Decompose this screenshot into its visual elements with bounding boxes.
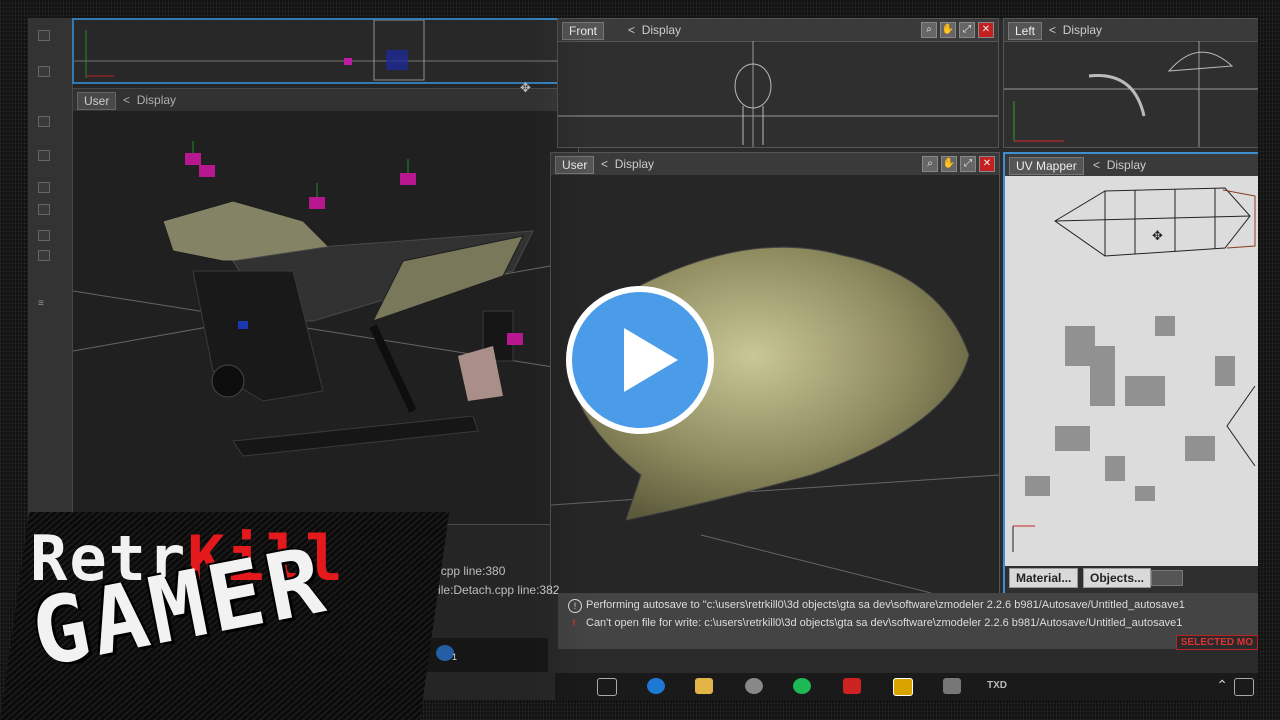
viewport-label[interactable]: User <box>555 156 595 174</box>
move-cursor-icon: ✥ <box>1152 228 1163 243</box>
move-cursor-icon: ✥ <box>520 80 531 95</box>
play-icon <box>624 328 678 392</box>
viewport-left[interactable]: Left < Display <box>1003 18 1258 148</box>
display-menu[interactable]: < Display <box>1049 23 1102 37</box>
tool-icon[interactable] <box>38 250 50 261</box>
task-view-icon[interactable] <box>597 678 617 696</box>
tool-icon[interactable] <box>38 230 50 241</box>
close-icon[interactable]: ✕ <box>978 22 994 38</box>
display-label: Display <box>1106 158 1147 172</box>
tool-icon[interactable] <box>38 150 50 161</box>
display-menu[interactable]: < Display <box>1093 158 1146 172</box>
close-icon[interactable]: ✕ <box>979 156 995 172</box>
status-line-error: Can't open file for write: c:\users\retr… <box>586 617 1183 629</box>
windows-taskbar: TXD ⌃ <box>555 673 1258 700</box>
objects-button[interactable]: Objects... <box>1083 568 1152 588</box>
info-icon: ! <box>568 599 582 613</box>
viewport-header: Front < Display ⌕ ✋ ⤢ ✕ <box>558 19 998 42</box>
warning-icon: ! <box>572 618 576 628</box>
viewport-label[interactable]: Left <box>1008 22 1043 40</box>
chevron-up-icon[interactable]: ⌃ <box>1216 677 1228 694</box>
left-view-grid <box>1004 41 1258 147</box>
display-label: Display <box>614 157 655 171</box>
pan-icon[interactable]: ✋ <box>941 156 957 172</box>
viewport-header: User < Display <box>73 89 578 112</box>
viewport-controls: ⌕ ✋ ⤢ ✕ <box>921 22 994 38</box>
handle-icon[interactable]: ≡ <box>38 298 48 309</box>
viewport-header: Left < Display <box>1004 19 1258 42</box>
viewport-controls: ⌕ ✋ ⤢ ✕ <box>922 156 995 172</box>
uv-texture-view <box>1005 176 1258 566</box>
viewport-label[interactable]: UV Mapper <box>1009 157 1084 175</box>
spotify-icon[interactable] <box>793 678 811 694</box>
selected-mode-label: SELECTED MO <box>1175 635 1258 650</box>
viewport-top[interactable] <box>72 18 566 84</box>
viewport-user-left[interactable]: User < Display <box>72 88 579 525</box>
maximize-icon[interactable]: ⤢ <box>960 156 976 172</box>
display-prefix: < <box>1093 158 1101 172</box>
color-swatch[interactable] <box>1151 570 1183 586</box>
tool-icon[interactable] <box>38 204 50 215</box>
display-label: Display <box>136 93 177 107</box>
notification-icon[interactable] <box>1234 678 1254 696</box>
zoom-icon[interactable]: ⌕ <box>921 22 937 38</box>
tool-icon[interactable] <box>38 30 50 41</box>
viewport-header: User < Display ⌕ ✋ ⤢ ✕ <box>551 153 999 176</box>
zmodeler-icon[interactable] <box>893 678 913 696</box>
pan-icon[interactable]: ✋ <box>940 22 956 38</box>
display-prefix: < <box>1049 23 1057 37</box>
app-icon[interactable] <box>745 678 763 694</box>
status-log: ! Performing autosave to "c:\users\retrk… <box>558 593 1258 650</box>
taskbar-badge: 1 <box>452 652 458 662</box>
viewport-header: UV Mapper < Display <box>1005 154 1258 177</box>
play-button[interactable] <box>566 286 714 434</box>
display-menu[interactable]: < Display <box>628 23 681 37</box>
app-icon[interactable] <box>943 678 961 694</box>
front-view-grid <box>558 41 998 147</box>
display-prefix: < <box>123 93 131 107</box>
tool-icon[interactable] <box>38 66 50 77</box>
viewport-front[interactable]: Front < Display ⌕ ✋ ⤢ ✕ <box>557 18 999 148</box>
material-button[interactable]: Material... <box>1009 568 1079 588</box>
display-prefix: < <box>601 157 609 171</box>
tool-icon[interactable] <box>38 116 50 127</box>
display-label: Display <box>641 23 682 37</box>
bike-model-view <box>73 111 578 524</box>
viewport-label[interactable]: Front <box>562 22 605 40</box>
status-line-autosave: Performing autosave to "c:\users\retrkil… <box>586 599 1185 611</box>
edge-icon[interactable] <box>647 678 665 694</box>
txd-tool-icon[interactable]: TXD <box>987 680 1007 691</box>
viewport-uv-mapper[interactable]: UV Mapper < Display Material... Objects.… <box>1003 152 1258 596</box>
app-icon[interactable] <box>843 678 861 694</box>
zoom-icon[interactable]: ⌕ <box>922 156 938 172</box>
display-menu[interactable]: < Display <box>601 157 654 171</box>
folder-icon[interactable] <box>695 678 713 694</box>
display-label: Display <box>1062 23 1103 37</box>
display-menu[interactable]: < Display <box>123 93 176 107</box>
viewport-label[interactable]: User <box>77 92 117 110</box>
left-toolbar: ≡ <box>28 18 73 523</box>
display-prefix: < <box>628 23 636 37</box>
viewport-top-grid <box>74 20 564 81</box>
maximize-icon[interactable]: ⤢ <box>959 22 975 38</box>
tool-icon[interactable] <box>38 182 50 193</box>
